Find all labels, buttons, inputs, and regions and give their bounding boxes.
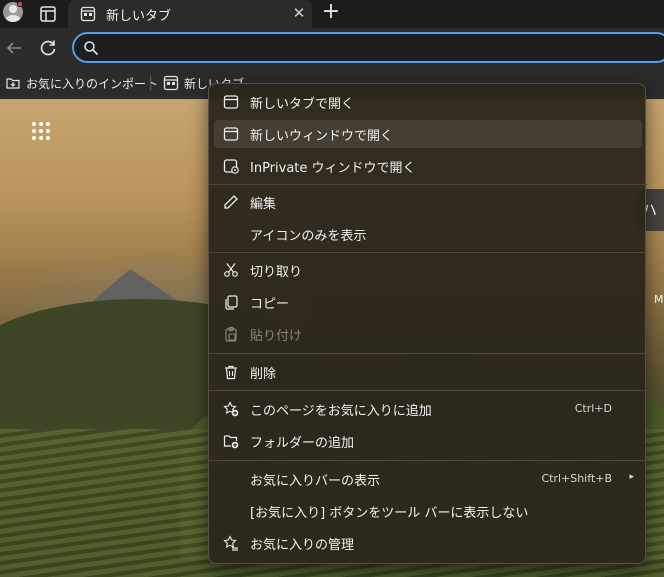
pencil-icon — [224, 195, 238, 209]
new-tab-page-icon — [80, 6, 96, 22]
menu-item-edit[interactable]: 編集 — [214, 188, 642, 216]
menu-item-delete[interactable]: 削除 — [214, 358, 642, 386]
favorites-bar-item-import[interactable]: お気に入りのインポート — [5, 73, 158, 93]
tab-close-icon[interactable]: ✕ — [290, 4, 308, 22]
copy-icon — [225, 295, 238, 310]
menu-separator — [209, 390, 647, 391]
divider — [150, 75, 151, 91]
shortcut-label: Ctrl+Shift+B — [541, 472, 612, 485]
menu-item-label: 貼り付け — [250, 329, 303, 344]
menu-item-label: お気に入りの管理 — [250, 538, 355, 553]
menu-item-label: 新しいウィンドウで開く — [250, 129, 394, 144]
menu-item-label: 削除 — [250, 367, 277, 382]
menu-item-label: 編集 — [250, 197, 277, 212]
new-tab-button[interactable]: + — [320, 1, 342, 24]
menu-item-show-icons-only[interactable]: アイコンのみを表示 — [214, 220, 642, 248]
folder-add-icon — [223, 435, 239, 449]
tab-icon — [223, 95, 239, 109]
tab-new-tab[interactable]: 新しいタブ ✕ — [68, 0, 312, 28]
menu-item-open-new-window[interactable]: 新しいウィンドウで開く — [214, 120, 642, 148]
menu-item-label: フォルダーの追加 — [250, 436, 355, 451]
scissors-icon — [224, 263, 238, 277]
menu-item-copy[interactable]: コピー — [214, 288, 642, 316]
menu-item-manage-favorites[interactable]: お気に入りの管理 — [214, 529, 642, 557]
back-arrow-icon[interactable] — [4, 38, 24, 58]
window-icon — [223, 127, 239, 141]
menu-item-label: コピー — [250, 297, 290, 312]
favorites-context-menu: 新しいタブで開く 新しいウィンドウで開く InPrivate ウィンドウで開く … — [208, 83, 647, 564]
address-bar[interactable] — [72, 32, 664, 63]
star-settings-icon — [223, 535, 238, 551]
menu-item-add-folder[interactable]: フォルダーの追加 — [214, 427, 642, 455]
menu-item-label: 新しいタブで開く — [250, 97, 355, 112]
import-favorites-icon — [6, 78, 20, 89]
menu-item-add-page-to-favorites[interactable]: このページをお気に入りに追加 Ctrl+D — [214, 395, 642, 423]
trash-icon — [225, 365, 237, 380]
menu-item-label: 切り取り — [250, 265, 303, 280]
menu-item-show-favorites-bar[interactable]: お気に入りバーの表示 Ctrl+Shift+B ▸ — [214, 465, 642, 493]
menu-separator — [209, 460, 647, 461]
menu-item-label: InPrivate ウィンドウで開く — [250, 161, 416, 176]
menu-separator — [209, 184, 647, 185]
menu-separator — [209, 353, 647, 354]
menu-item-label: お気に入りバーの表示 — [250, 474, 381, 489]
tab-actions-icon[interactable] — [38, 4, 58, 24]
menu-separator — [209, 252, 647, 253]
menu-item-hide-favorites-button[interactable]: [お気に入り] ボタンをツール バーに表示しない — [214, 497, 642, 525]
menu-item-label: このページをお気に入りに追加 — [250, 404, 432, 419]
search-icon — [83, 40, 99, 56]
submenu-arrow-icon: ▸ — [629, 472, 634, 482]
toolbar — [0, 28, 664, 68]
title-bar: 新しいタブ ✕ + — [0, 0, 664, 28]
menu-item-label: アイコンのみを表示 — [250, 229, 367, 244]
partial-text: M — [654, 293, 664, 306]
menu-item-open-new-tab[interactable]: 新しいタブで開く — [214, 88, 642, 116]
shortcut-label: Ctrl+D — [574, 402, 612, 415]
menu-item-paste[interactable]: 貼り付け — [214, 320, 642, 348]
tab-title: 新しいタブ — [106, 9, 172, 24]
favorites-bar-item-label: お気に入りのインポート — [26, 76, 159, 91]
app-launcher-icon[interactable] — [32, 122, 50, 140]
menu-item-label: [お気に入り] ボタンをツール バーに表示しない — [250, 506, 529, 521]
clipboard-icon — [225, 326, 237, 342]
new-tab-page-icon — [163, 75, 179, 91]
notification-badge — [17, 1, 23, 7]
menu-item-cut[interactable]: 切り取り — [214, 256, 642, 284]
address-input[interactable] — [106, 37, 626, 58]
star-add-icon — [223, 401, 239, 417]
menu-item-open-inprivate[interactable]: InPrivate ウィンドウで開く — [214, 152, 642, 180]
refresh-icon[interactable] — [38, 38, 58, 58]
inprivate-window-icon — [223, 159, 239, 174]
